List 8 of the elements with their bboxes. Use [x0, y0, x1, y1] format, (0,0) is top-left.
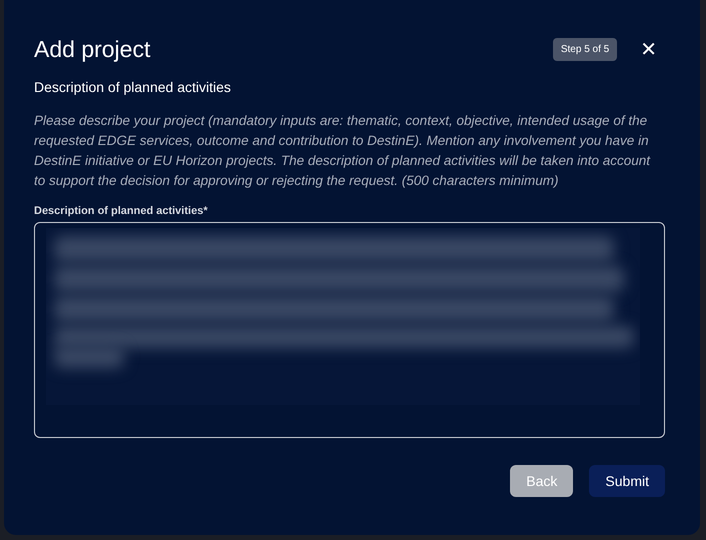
section-title: Description of planned activities: [34, 79, 232, 95]
submit-button[interactable]: Submit: [589, 465, 665, 497]
hint-text: Please describe your project (mandatory inputs are: thematic, context, objective, intended usage of the requested EDGE services, outcome and contribution to DestinE). Mention any involvement you have in DestinE initiative or EU Horizon projects. The description of planned activities will be taken into account to support the decision for approving or rejecting the request. (500 characters minimum): [34, 112, 652, 190]
step-badge: Step 5 of 5: [552, 38, 618, 60]
field-label: Description of planned activities*: [34, 205, 209, 217]
description-field[interactable]: [34, 222, 665, 438]
close-button[interactable]: ✕: [632, 37, 665, 61]
dialog-title: Add project: [34, 36, 152, 62]
